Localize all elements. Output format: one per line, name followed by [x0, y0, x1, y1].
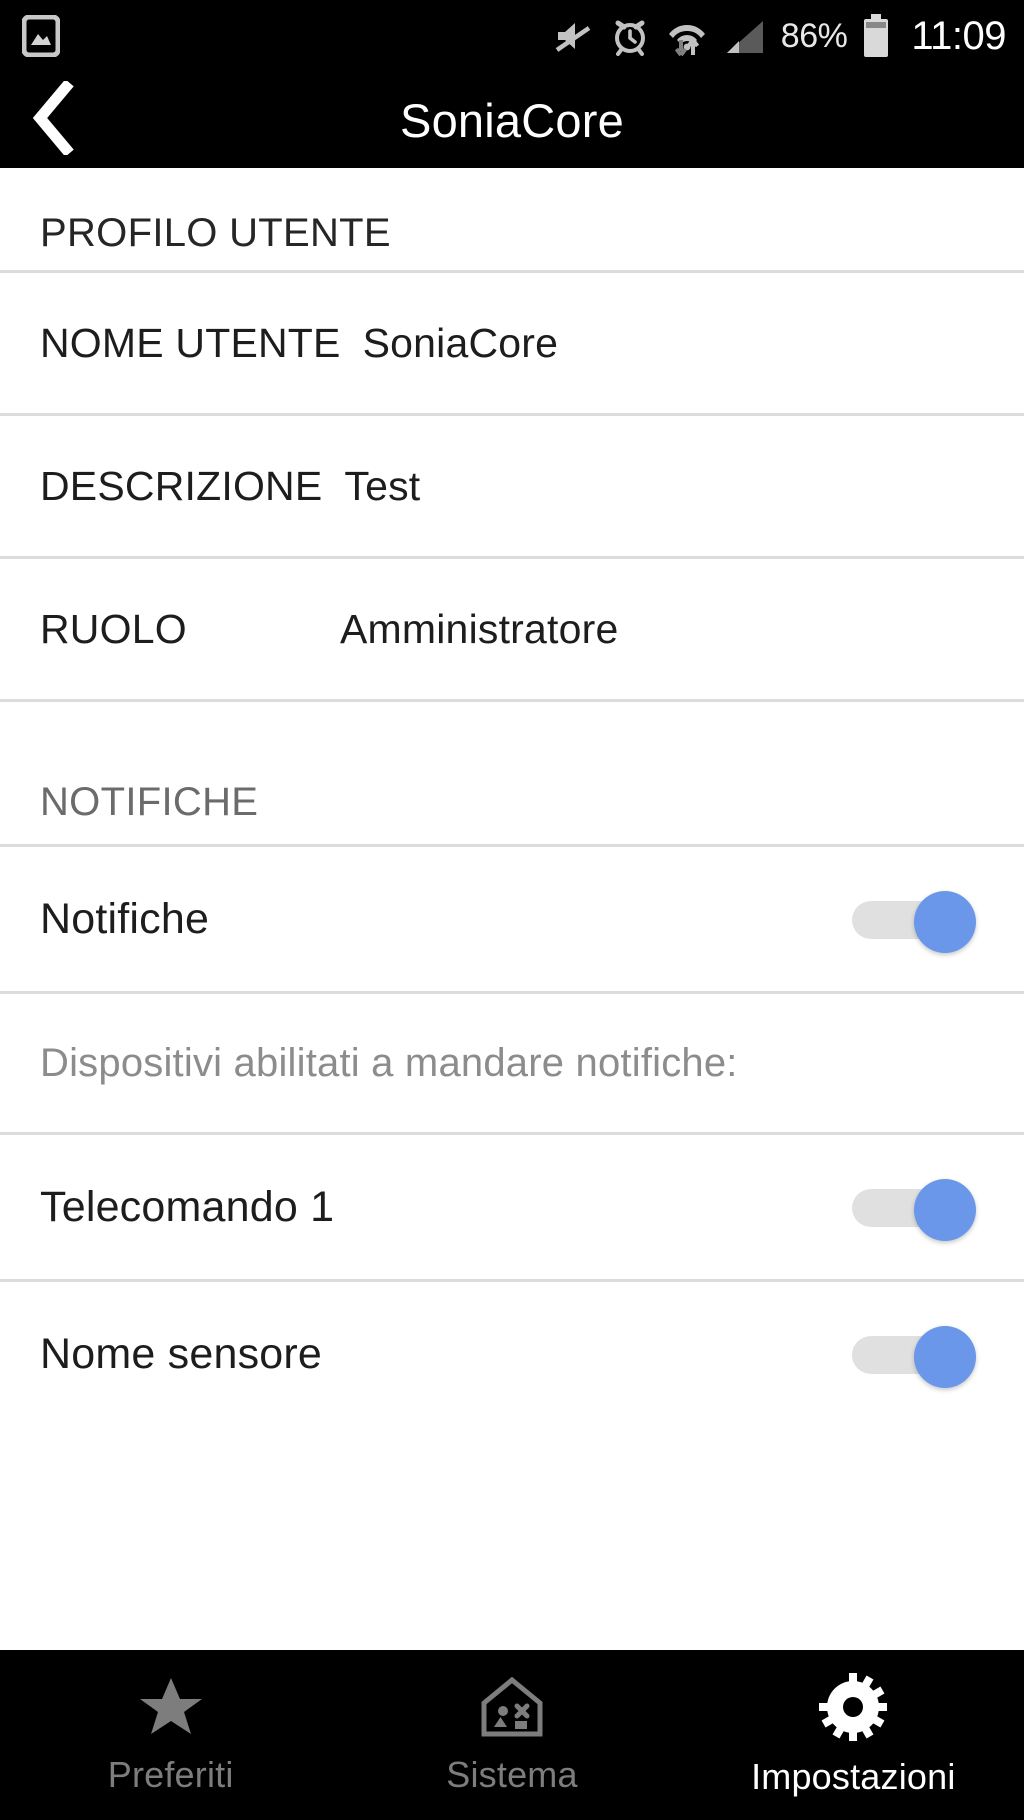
row-ruolo[interactable]: RUOLO Amministratore — [0, 559, 1024, 699]
battery-icon — [861, 13, 891, 59]
page-title: SoniaCore — [400, 93, 624, 147]
back-button[interactable] — [0, 72, 110, 168]
gear-icon — [818, 1672, 888, 1746]
row-notifiche-toggle[interactable]: Notifiche — [0, 847, 1024, 991]
nav-item-impostazioni[interactable]: Impostazioni — [683, 1650, 1024, 1820]
battery-percent-label: 86% — [780, 17, 848, 55]
status-bar-right: 86% 11:09 — [553, 13, 1006, 59]
settings-content: PROFILO UTENTE NOME UTENTE SoniaCore DES… — [0, 168, 1024, 1650]
nav-item-preferiti[interactable]: Preferiti — [0, 1650, 341, 1820]
nav-label-impostazioni: Impostazioni — [751, 1755, 956, 1797]
toggle-thumb — [914, 1326, 976, 1388]
status-bar: 86% 11:09 — [0, 0, 1024, 72]
status-bar-left — [22, 15, 60, 57]
section-spacer — [0, 702, 1024, 760]
bottom-navigation: Preferiti Sistema Impostazioni — [0, 1650, 1024, 1820]
row-nome-utente[interactable]: NOME UTENTE SoniaCore — [0, 273, 1024, 413]
row-value-descrizione: Test — [344, 462, 421, 509]
row-descrizione[interactable]: DESCRIZIONE Test — [0, 416, 1024, 556]
toggle-nome-sensore[interactable] — [852, 1326, 984, 1388]
toggle-notifiche[interactable] — [852, 891, 984, 953]
back-chevron-icon — [30, 78, 80, 160]
row-value-ruolo: Amministratore — [340, 605, 619, 652]
devices-note-text: Dispositivi abilitati a mandare notifich… — [40, 1040, 738, 1085]
volume-mute-icon — [553, 15, 595, 57]
nav-label-sistema: Sistema — [446, 1753, 578, 1795]
toggle-thumb — [914, 1179, 976, 1241]
status-bar-clock: 11:09 — [911, 14, 1006, 58]
house-icon — [479, 1675, 545, 1744]
alarm-clock-icon — [609, 15, 651, 57]
cellular-signal-icon — [723, 15, 767, 57]
row-label-telecomando-1: Telecomando 1 — [40, 1182, 335, 1231]
section-header-profile: PROFILO UTENTE — [40, 211, 391, 255]
star-icon — [138, 1675, 204, 1744]
row-label-descrizione: DESCRIZIONE — [40, 462, 323, 509]
row-device-telecomando-1[interactable]: Telecomando 1 — [0, 1135, 1024, 1279]
row-label-notifiche: Notifiche — [40, 894, 210, 943]
phone-screen: 86% 11:09 SoniaCore PROFILO UTENTE NOME … — [0, 0, 1024, 1820]
row-device-nome-sensore[interactable]: Nome sensore — [0, 1282, 1024, 1426]
app-bar: SoniaCore — [0, 72, 1024, 168]
toggle-telecomando-1[interactable] — [852, 1179, 984, 1241]
wifi-data-transfer-icon — [665, 15, 709, 57]
gallery-image-icon — [22, 15, 60, 57]
nav-label-preferiti: Preferiti — [107, 1753, 234, 1795]
row-label-nome-utente: NOME UTENTE — [40, 319, 341, 366]
row-label-nome-sensore: Nome sensore — [40, 1329, 323, 1378]
section-header-notifiche: NOTIFICHE — [40, 779, 259, 824]
nav-item-sistema[interactable]: Sistema — [341, 1650, 682, 1820]
row-value-nome-utente: SoniaCore — [362, 319, 559, 366]
row-label-ruolo: RUOLO — [40, 605, 187, 652]
toggle-thumb — [914, 891, 976, 953]
row-devices-note: Dispositivi abilitati a mandare notifich… — [0, 994, 1024, 1132]
